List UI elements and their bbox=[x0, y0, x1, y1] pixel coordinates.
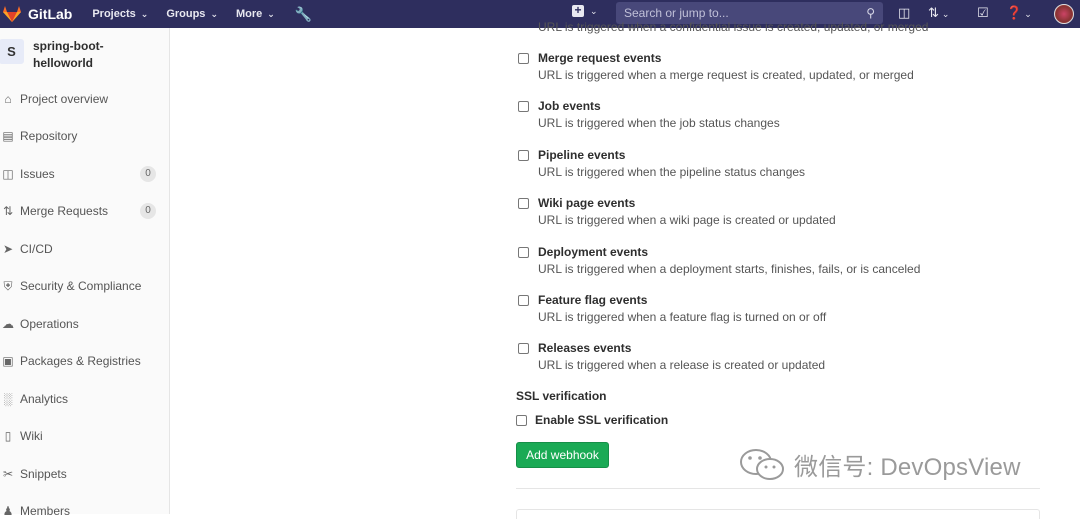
event-title[interactable]: Merge request events bbox=[538, 51, 661, 65]
gitlab-brand[interactable]: GitLab bbox=[28, 6, 72, 22]
sidebar-item-project-overview[interactable]: ⌂ Project overview bbox=[0, 87, 170, 111]
search-input[interactable] bbox=[624, 6, 867, 20]
feature-flag-events-checkbox[interactable] bbox=[518, 295, 529, 306]
package-icon: ▣ bbox=[2, 354, 14, 368]
user-avatar[interactable] bbox=[1054, 4, 1074, 24]
todos-icon[interactable]: ☑ bbox=[977, 5, 989, 21]
event-description: URL is triggered when a merge request is… bbox=[538, 68, 914, 82]
sidebar-item-label: Project overview bbox=[20, 92, 109, 106]
chevron-down-icon: ⌄ bbox=[590, 5, 598, 16]
chevron-down-icon: ⌄ bbox=[140, 8, 149, 19]
sidebar-item-security-compliance[interactable]: ⛨ Security & Compliance bbox=[0, 274, 170, 298]
event-description: URL is triggered when a wiki page is cre… bbox=[538, 213, 836, 227]
sidebar-item-packages-registries[interactable]: ▣ Packages & Registries bbox=[0, 349, 170, 373]
sidebar-item-label: Security & Compliance bbox=[20, 279, 142, 293]
sidebar-item-label: Packages & Registries bbox=[20, 354, 141, 368]
projects-menu[interactable]: Projects ⌄ bbox=[92, 8, 148, 20]
releases-events-checkbox[interactable] bbox=[518, 343, 529, 354]
count-badge: 0 bbox=[140, 203, 156, 219]
event-description-cut-off: URL is triggered when a confidential iss… bbox=[538, 20, 929, 34]
event-title[interactable]: Job events bbox=[538, 99, 601, 113]
event-title[interactable]: Releases events bbox=[538, 341, 631, 355]
project-name: spring-boot-helloworld bbox=[33, 39, 104, 70]
merge-request-events-checkbox[interactable] bbox=[518, 53, 529, 64]
webhooks-list-panel bbox=[516, 509, 1040, 519]
sidebar-item-label: Analytics bbox=[20, 392, 69, 406]
count-badge: 0 bbox=[140, 166, 156, 182]
chevron-down-icon: ⌄ bbox=[210, 8, 218, 19]
event-title[interactable]: Deployment events bbox=[538, 245, 648, 259]
enable-ssl-label[interactable]: Enable SSL verification bbox=[535, 413, 668, 427]
wrench-icon[interactable]: 🔧 bbox=[295, 6, 312, 23]
more-menu-label: More bbox=[235, 8, 263, 20]
add-webhook-button[interactable]: Add webhook bbox=[516, 442, 609, 468]
sidebar-item-snippets[interactable]: ✂ Snippets bbox=[0, 462, 170, 486]
event-title[interactable]: Pipeline events bbox=[538, 148, 625, 162]
wiki-page-events-checkbox[interactable] bbox=[518, 198, 529, 209]
new-dropdown[interactable]: + ⌄ bbox=[572, 4, 598, 17]
cloud-gear-icon: ☁ bbox=[2, 317, 14, 331]
groups-menu[interactable]: Groups ⌄ bbox=[166, 8, 218, 20]
job-events-checkbox[interactable] bbox=[518, 101, 529, 112]
watermark: 微信号: DevOpsView bbox=[738, 447, 1021, 482]
wechat-icon bbox=[740, 448, 784, 480]
sidebar-item-members[interactable]: ♟ Members bbox=[0, 499, 170, 523]
issues-nav-icon[interactable]: ◫ bbox=[898, 5, 910, 21]
git-merge-icon: ⇅ bbox=[2, 204, 14, 218]
sidebar-item-label: CI/CD bbox=[20, 242, 53, 256]
help-icon[interactable]: ❓ ⌄ bbox=[1006, 5, 1032, 21]
event-description: URL is triggered when a deployment start… bbox=[538, 262, 921, 276]
rocket-icon: ➤ bbox=[2, 242, 14, 256]
section-divider bbox=[516, 488, 1040, 489]
sidebar-item-label: Issues bbox=[20, 167, 55, 181]
users-icon: ♟ bbox=[2, 504, 14, 518]
chevron-down-icon: ⌄ bbox=[1024, 9, 1032, 19]
sidebar-item-wiki[interactable]: ▯ Wiki bbox=[0, 424, 170, 448]
sidebar-item-label: Wiki bbox=[20, 429, 43, 443]
projects-menu-label: Projects bbox=[92, 8, 136, 20]
watermark-text: 微信号: DevOpsView bbox=[794, 454, 1021, 481]
sidebar-item-label: Merge Requests bbox=[20, 204, 109, 218]
book-icon: ▤ bbox=[2, 129, 14, 143]
event-description: URL is triggered when the pipeline statu… bbox=[538, 165, 806, 179]
home-icon: ⌂ bbox=[4, 92, 12, 106]
chevron-down-icon: ⌄ bbox=[267, 8, 275, 19]
issues-icon: ◫ bbox=[2, 167, 14, 181]
event-title[interactable]: Feature flag events bbox=[538, 293, 647, 307]
pipeline-events-checkbox[interactable] bbox=[518, 150, 529, 161]
shield-icon: ⛨ bbox=[3, 278, 13, 293]
chevron-down-icon: ⌄ bbox=[941, 9, 950, 19]
sidebar-item-issues[interactable]: ◫ Issues 0 bbox=[0, 162, 170, 186]
event-description: URL is triggered when a feature flag is … bbox=[538, 310, 827, 324]
event-title[interactable]: Wiki page events bbox=[538, 196, 635, 210]
event-description: URL is triggered when a release is creat… bbox=[538, 358, 826, 372]
sidebar-item-label: Members bbox=[20, 504, 71, 518]
more-menu[interactable]: More ⌄ bbox=[236, 8, 275, 20]
sidebar-item-operations[interactable]: ☁ Operations bbox=[0, 312, 170, 336]
project-avatar: S bbox=[0, 39, 24, 64]
ssl-verification-heading: SSL verification bbox=[516, 389, 607, 403]
project-sidebar: S spring-boot-helloworld ⌂ Project overv… bbox=[0, 28, 170, 518]
sidebar-item-ci-cd[interactable]: ➤ CI/CD bbox=[0, 237, 170, 261]
merge-requests-nav-icon[interactable]: ⇅ ⌄ bbox=[928, 5, 949, 21]
groups-menu-label: Groups bbox=[166, 8, 206, 20]
sidebar-item-label: Operations bbox=[20, 317, 79, 331]
search-icon: ⚲ bbox=[866, 6, 875, 20]
sidebar-item-merge-requests[interactable]: ⇅ Merge Requests 0 bbox=[0, 199, 170, 223]
project-header[interactable]: S spring-boot-helloworld bbox=[0, 28, 169, 78]
sidebar-item-label: Repository bbox=[20, 129, 78, 143]
gitlab-logo-icon[interactable] bbox=[2, 5, 22, 23]
scissors-icon: ✂ bbox=[2, 467, 14, 481]
chart-icon: ░ bbox=[3, 392, 13, 406]
sidebar-item-label: Snippets bbox=[20, 467, 67, 481]
wiki-icon: ▯ bbox=[4, 429, 12, 443]
event-description: URL is triggered when the job status cha… bbox=[538, 116, 780, 130]
deployment-events-checkbox[interactable] bbox=[518, 247, 529, 258]
sidebar-item-repository[interactable]: ▤ Repository bbox=[0, 124, 170, 148]
plus-square-icon: + bbox=[572, 4, 584, 17]
sidebar-item-analytics[interactable]: ░ Analytics bbox=[0, 387, 170, 411]
enable-ssl-checkbox[interactable] bbox=[516, 415, 527, 426]
